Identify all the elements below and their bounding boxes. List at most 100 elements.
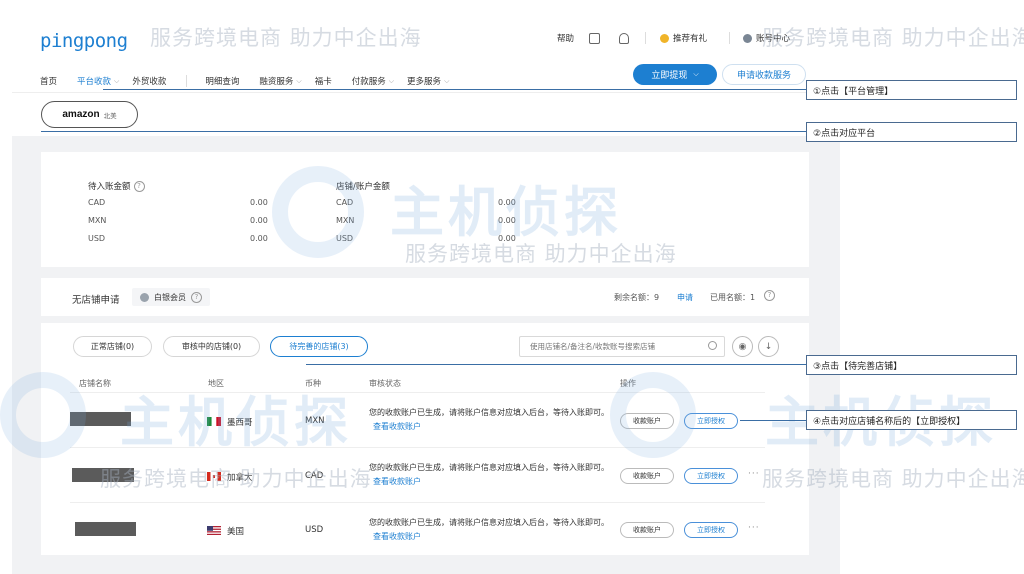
chevron-down-icon: ⌵ — [114, 76, 120, 85]
message-icon[interactable] — [589, 30, 600, 46]
view-account-link[interactable]: 查看收款账户 — [373, 477, 421, 486]
balance-card — [41, 152, 809, 267]
annotation-step-1: ①点击【平台管理】 — [806, 80, 1017, 100]
chevron-down-icon: ⌵ — [388, 76, 395, 85]
apply-service-button[interactable]: 申请收款服务 — [722, 64, 806, 85]
view-account-link[interactable]: 查看收款账户 — [373, 532, 421, 541]
eye-icon[interactable]: ◉ — [732, 336, 753, 357]
pending-currency: MXN — [88, 216, 107, 225]
nav-financing[interactable]: 融资服务 — [259, 75, 293, 87]
store-currency: MXN — [336, 216, 355, 225]
watermark-slogan: 服务跨境电商 助力中企出海 — [762, 26, 1024, 50]
amazon-region: 北美 — [103, 111, 117, 120]
pending-currency: USD — [88, 234, 106, 243]
region-cell: 美国 — [227, 527, 245, 537]
help-label: 帮助 — [557, 34, 575, 44]
mexico-flag-icon — [207, 417, 221, 426]
watermark-slogan: 服务跨境电商 助力中企出海 — [150, 26, 422, 50]
annotation-line — [740, 420, 806, 421]
store-value: 0.00 — [498, 234, 516, 243]
member-icon — [140, 292, 149, 302]
store-value: 0.00 — [498, 198, 516, 207]
redacted-store-name — [70, 412, 131, 426]
pending-value: 0.00 — [250, 216, 268, 225]
currency-cell: USD — [305, 525, 324, 535]
header-divider — [645, 32, 646, 44]
annotation-line — [306, 364, 806, 365]
download-icon[interactable]: ↓ — [758, 336, 779, 357]
account-button[interactable]: 收款账户 — [620, 413, 674, 429]
nav-payment[interactable]: 付款服务 — [352, 75, 386, 87]
tab-reviewing-stores[interactable]: 审核中的店铺(0) — [163, 336, 260, 357]
nav-trade-collection[interactable]: 外贸收款 — [132, 75, 166, 87]
table-divider — [70, 392, 765, 393]
header-divider — [729, 32, 730, 44]
store-search-input[interactable] — [519, 336, 725, 357]
bell-icon[interactable] — [619, 30, 629, 46]
chevron-down-icon: ⌵ — [693, 70, 699, 78]
withdraw-label: 立即提现 — [651, 71, 688, 81]
amazon-logo: amazon — [62, 109, 100, 120]
col-status: 审核状态 — [369, 379, 401, 388]
col-currency: 币种 — [305, 379, 321, 388]
used-quota: 已用名额：1 — [710, 293, 756, 302]
pending-value: 0.00 — [250, 234, 268, 243]
annotation-step-3: ③点击【待完善店铺】 — [806, 355, 1017, 375]
currency-cell: CAD — [305, 471, 324, 481]
amazon-platform-pill[interactable]: amazon 北美 — [41, 101, 138, 128]
store-application-title: 无店铺申请 — [72, 295, 120, 306]
member-badge: 白银会员? — [132, 288, 210, 306]
nav-fuka[interactable]: 福卡 — [315, 75, 332, 87]
annotation-step-2: ②点击对应平台 — [806, 122, 1017, 142]
remaining-quota: 剩余名额：9 — [614, 293, 660, 302]
view-account-link[interactable]: 查看收款账户 — [373, 422, 421, 431]
nav-platform-collection[interactable]: 平台收款 — [77, 75, 111, 87]
nav-divider — [186, 75, 188, 87]
coin-icon — [660, 33, 669, 43]
main-nav: 首页 平台收款 ⌵ 外贸收款 明细查询 融资服务 ⌵ 福卡 付款服务 ⌵ 更多服务 ⌵ — [40, 74, 462, 88]
store-value: 0.00 — [498, 216, 516, 225]
tab-normal-stores[interactable]: 正常店铺(0) — [73, 336, 152, 357]
store-currency: CAD — [336, 198, 354, 207]
tab-pending-stores[interactable]: 待完善的店铺(3) — [270, 336, 368, 357]
col-store-name: 店铺名称 — [79, 379, 111, 388]
authorize-button[interactable]: 立即授权 — [684, 522, 738, 538]
nav-divider-line — [12, 92, 840, 93]
col-actions: 操作 — [620, 379, 636, 388]
account-center-label: 账号中心 — [756, 34, 791, 44]
col-region: 地区 — [208, 379, 224, 388]
pending-currency: CAD — [88, 198, 106, 207]
annotation-step-4: ④点击对应店铺名称后的【立即授权】 — [806, 410, 1017, 430]
annotation-line — [41, 131, 806, 132]
redacted-store-name — [72, 468, 134, 482]
nav-details[interactable]: 明细查询 — [205, 75, 239, 87]
region-cell: 墨西哥 — [227, 418, 253, 428]
more-icon[interactable]: ··· — [748, 523, 760, 533]
referral-link[interactable]: 推荐有礼 — [660, 30, 707, 46]
account-button[interactable]: 收款账户 — [620, 468, 674, 484]
withdraw-button[interactable]: 立即提现 ⌵ — [633, 64, 717, 85]
search-icon[interactable] — [708, 341, 717, 350]
authorize-button[interactable]: 立即授权 — [684, 468, 738, 484]
pingpong-logo[interactable]: pingpong — [40, 30, 128, 52]
more-icon[interactable]: ··· — [748, 469, 760, 479]
annotation-line — [103, 89, 806, 90]
currency-cell: MXN — [305, 416, 325, 426]
chevron-down-icon: ⌵ — [296, 76, 302, 85]
help-icon[interactable]: ? — [133, 181, 145, 192]
authorize-button[interactable]: 立即授权 — [684, 413, 738, 429]
status-cell: 您的收款账户已生成，请将账户信息对应填入后台，等待入账即可。查看收款账户 — [369, 518, 609, 541]
account-button[interactable]: 收款账户 — [620, 522, 674, 538]
store-currency: USD — [336, 234, 354, 243]
help-link[interactable]: 帮助 — [557, 30, 574, 46]
account-center-link[interactable]: 账号中心 — [743, 30, 790, 46]
canada-flag-icon — [207, 472, 221, 481]
help-icon[interactable]: ? — [764, 290, 775, 301]
nav-home[interactable]: 首页 — [40, 75, 57, 87]
usa-flag-icon — [207, 526, 221, 535]
pending-value: 0.00 — [250, 198, 268, 207]
nav-more[interactable]: 更多服务 — [407, 75, 441, 87]
help-icon[interactable]: ? — [191, 291, 202, 303]
apply-link[interactable]: 申请 — [677, 292, 693, 303]
user-icon — [743, 33, 752, 43]
